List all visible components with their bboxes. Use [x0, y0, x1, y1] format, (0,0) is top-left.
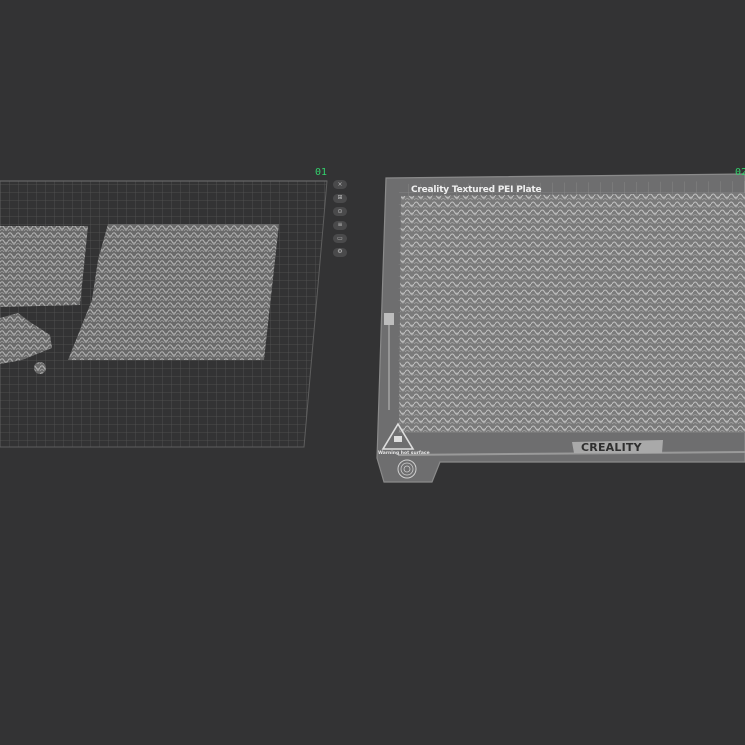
- rename-plate-button[interactable]: ▭: [333, 234, 347, 244]
- plate-options-button[interactable]: ⚙: [333, 247, 347, 257]
- settings-icon: ≡: [337, 221, 343, 229]
- plate-title: Creality Textured PEI Plate: [411, 185, 542, 195]
- close-plate-button[interactable]: ×: [333, 180, 347, 189]
- gear-icon: ⚙: [337, 248, 343, 256]
- plate-number-01[interactable]: 01: [315, 167, 327, 178]
- model-gyroid-fill[interactable]: [399, 193, 745, 433]
- 3d-viewport[interactable]: 01 02 Creality Textured PEI Plate CREALI…: [0, 0, 745, 745]
- plate-settings-button[interactable]: ≡: [333, 220, 347, 230]
- lock-plate-button[interactable]: ⊙: [333, 207, 347, 217]
- rename-icon: ▭: [337, 234, 343, 242]
- brand-logo: CREALITY: [581, 441, 642, 454]
- plate-02[interactable]: [376, 173, 745, 483]
- auto-arrange-button[interactable]: ⊞: [333, 193, 347, 203]
- auto-arrange-icon: ⊞: [337, 194, 343, 202]
- plate-number-02[interactable]: 02: [735, 167, 745, 178]
- warning-label: Warning hot surface: [378, 451, 430, 456]
- model-part-left[interactable]: [0, 226, 88, 307]
- plate-toolbar: × ⊞ ⊙ ≡ ▭ ⚙: [333, 180, 347, 262]
- plate-01[interactable]: [0, 180, 328, 448]
- close-icon: ×: [337, 180, 343, 188]
- lock-icon: ⊙: [337, 207, 343, 215]
